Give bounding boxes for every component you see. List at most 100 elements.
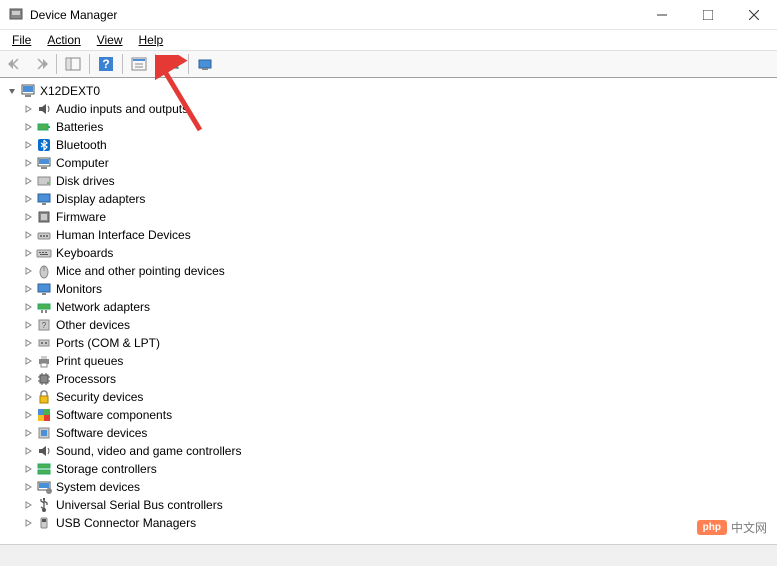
keyboard-icon (36, 245, 52, 261)
expand-icon[interactable] (20, 389, 36, 405)
expand-icon[interactable] (20, 245, 36, 261)
mouse-icon (36, 263, 52, 279)
menu-help[interactable]: Help (131, 31, 172, 49)
expand-icon[interactable] (20, 209, 36, 225)
expand-icon[interactable] (20, 461, 36, 477)
tree-item-label: Storage controllers (56, 462, 157, 476)
menu-view[interactable]: View (89, 31, 131, 49)
tree-item[interactable]: Audio inputs and outputs (0, 100, 777, 118)
svg-text:?: ? (102, 57, 109, 71)
scan-hardware-button[interactable] (160, 52, 184, 76)
battery-icon (36, 119, 52, 135)
tree-item[interactable]: Ports (COM & LPT) (0, 334, 777, 352)
expand-icon[interactable] (20, 101, 36, 117)
tree-item[interactable]: USB Connector Managers (0, 514, 777, 532)
properties-button[interactable] (127, 52, 151, 76)
display-icon (36, 191, 52, 207)
computer-icon (20, 83, 36, 99)
tree-item[interactable]: Software components (0, 406, 777, 424)
tree-item[interactable]: Mice and other pointing devices (0, 262, 777, 280)
tree-item-label: Software devices (56, 426, 147, 440)
tree-item[interactable]: Keyboards (0, 244, 777, 262)
expand-icon[interactable] (20, 227, 36, 243)
maximize-button[interactable] (685, 0, 731, 30)
add-legacy-hardware-button[interactable] (193, 52, 217, 76)
tree-item[interactable]: Storage controllers (0, 460, 777, 478)
minimize-button[interactable] (639, 0, 685, 30)
tree-item[interactable]: Firmware (0, 208, 777, 226)
tree-item[interactable]: Batteries (0, 118, 777, 136)
expand-icon[interactable] (20, 497, 36, 513)
tree-item-label: Human Interface Devices (56, 228, 191, 242)
expand-icon[interactable] (20, 119, 36, 135)
processor-icon (36, 371, 52, 387)
expand-icon[interactable] (20, 353, 36, 369)
toolbar-separator (56, 54, 57, 74)
titlebar: Device Manager (0, 0, 777, 30)
tree-item-label: USB Connector Managers (56, 516, 196, 530)
tree-item[interactable]: Print queues (0, 352, 777, 370)
tree-item[interactable]: Network adapters (0, 298, 777, 316)
network-icon (36, 299, 52, 315)
tree-item[interactable]: Human Interface Devices (0, 226, 777, 244)
expand-icon[interactable] (20, 317, 36, 333)
tree-item[interactable]: Security devices (0, 388, 777, 406)
expand-icon[interactable] (20, 173, 36, 189)
expand-icon[interactable] (20, 299, 36, 315)
menubar: File Action View Help (0, 30, 777, 50)
expand-icon[interactable] (20, 281, 36, 297)
menu-action[interactable]: Action (39, 31, 88, 49)
expand-icon[interactable] (20, 263, 36, 279)
show-hide-console-tree-button[interactable] (61, 52, 85, 76)
tree-item-label: Bluetooth (56, 138, 107, 152)
tree-item[interactable]: Processors (0, 370, 777, 388)
usb-icon (36, 497, 52, 513)
software-icon (36, 407, 52, 423)
menu-file[interactable]: File (4, 31, 39, 49)
tree-item[interactable]: Monitors (0, 280, 777, 298)
collapse-icon[interactable] (4, 83, 20, 99)
tree-item-label: Batteries (56, 120, 103, 134)
tree-item[interactable]: Display adapters (0, 190, 777, 208)
toolbar-separator (122, 54, 123, 74)
firmware-icon (36, 209, 52, 225)
tree-item-label: Security devices (56, 390, 143, 404)
tree-item[interactable]: Universal Serial Bus controllers (0, 496, 777, 514)
tree-item-label: Audio inputs and outputs (56, 102, 188, 116)
system-icon (36, 479, 52, 495)
back-button[interactable] (4, 52, 28, 76)
toolbar-separator (188, 54, 189, 74)
tree-item-label: Other devices (56, 318, 130, 332)
expand-icon[interactable] (20, 425, 36, 441)
tree-item[interactable]: Bluetooth (0, 136, 777, 154)
device-tree[interactable]: X12DEXT0 Audio inputs and outputs Batter… (0, 78, 777, 544)
other-icon: ? (36, 317, 52, 333)
tree-item[interactable]: Disk drives (0, 172, 777, 190)
help-button[interactable]: ? (94, 52, 118, 76)
tree-item-label: Software components (56, 408, 172, 422)
computer-icon (36, 155, 52, 171)
audio-icon (36, 101, 52, 117)
tree-item[interactable]: Software devices (0, 424, 777, 442)
sound-icon (36, 443, 52, 459)
expand-icon[interactable] (20, 191, 36, 207)
toolbar: ? (0, 50, 777, 78)
expand-icon[interactable] (20, 371, 36, 387)
close-button[interactable] (731, 0, 777, 30)
expand-icon[interactable] (20, 443, 36, 459)
tree-item[interactable]: System devices (0, 478, 777, 496)
forward-button[interactable] (28, 52, 52, 76)
expand-icon[interactable] (20, 407, 36, 423)
expand-icon[interactable] (20, 155, 36, 171)
hid-icon (36, 227, 52, 243)
expand-icon[interactable] (20, 479, 36, 495)
tree-root[interactable]: X12DEXT0 (0, 82, 777, 100)
expand-icon[interactable] (20, 137, 36, 153)
watermark-text: 中文网 (731, 519, 767, 536)
expand-icon[interactable] (20, 515, 36, 531)
tree-item[interactable]: Sound, video and game controllers (0, 442, 777, 460)
expand-icon[interactable] (20, 335, 36, 351)
tree-item[interactable]: ? Other devices (0, 316, 777, 334)
tree-item[interactable]: Computer (0, 154, 777, 172)
app-icon (8, 7, 24, 23)
